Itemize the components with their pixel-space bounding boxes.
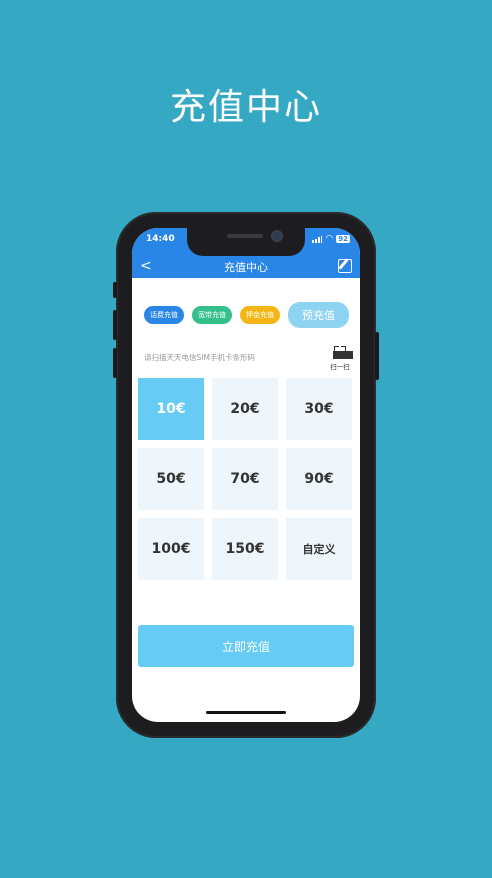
tab-broadband-recharge[interactable]: 宽带充值 — [192, 306, 232, 324]
nav-bar: < 充值中心 — [132, 256, 360, 278]
scan-button[interactable]: 扫一扫 — [326, 346, 354, 371]
scan-row: 请扫描天天电信SIM手机卡条形码 扫一扫 — [144, 346, 354, 376]
nav-title: 充值中心 — [224, 261, 268, 274]
amount-option[interactable]: 90€ — [286, 448, 352, 510]
page-headline: 充值中心 — [169, 87, 322, 128]
volume-up-button — [113, 310, 117, 340]
amount-option[interactable]: 150€ — [212, 518, 278, 580]
scan-label: 扫一扫 — [330, 363, 350, 371]
amount-option[interactable]: 70€ — [212, 448, 278, 510]
recharge-type-tabs: 话费充值 宽带充值 押金充值 预充值 — [144, 302, 357, 328]
recharge-now-button[interactable]: 立即充值 — [138, 625, 354, 667]
home-indicator — [206, 711, 286, 714]
phone-frame: 14:40 ◠ 92 < 充值中心 话费充值 宽带充值 押金充值 预充值 请扫描… — [113, 212, 379, 738]
scan-hint: 请扫描天天电信SIM手机卡条形码 — [144, 353, 255, 362]
amount-option[interactable]: 100€ — [138, 518, 204, 580]
signal-icon — [312, 235, 323, 243]
mute-switch — [113, 282, 117, 298]
edit-icon[interactable] — [338, 259, 352, 273]
volume-down-button — [113, 348, 117, 378]
scan-icon — [333, 346, 353, 359]
amount-option[interactable]: 10€ — [138, 378, 204, 440]
prepay-button[interactable]: 预充值 — [288, 302, 349, 328]
phone-screen: 14:40 ◠ 92 < 充值中心 话费充值 宽带充值 押金充值 预充值 请扫描… — [132, 228, 360, 722]
tab-phone-recharge[interactable]: 话费充值 — [144, 306, 184, 324]
custom-amount-option[interactable]: 自定义 — [286, 518, 352, 580]
tab-deposit-recharge[interactable]: 押金充值 — [240, 306, 280, 324]
amount-option[interactable]: 50€ — [138, 448, 204, 510]
battery-icon: 92 — [336, 235, 350, 243]
amount-option[interactable]: 20€ — [212, 378, 278, 440]
wifi-icon: ◠ — [325, 234, 334, 244]
front-camera — [271, 230, 283, 242]
speaker — [227, 234, 263, 238]
status-icons: ◠ 92 — [312, 234, 350, 244]
power-button — [375, 332, 379, 380]
amount-option[interactable]: 30€ — [286, 378, 352, 440]
notch — [187, 228, 305, 256]
status-time: 14:40 — [146, 234, 175, 244]
